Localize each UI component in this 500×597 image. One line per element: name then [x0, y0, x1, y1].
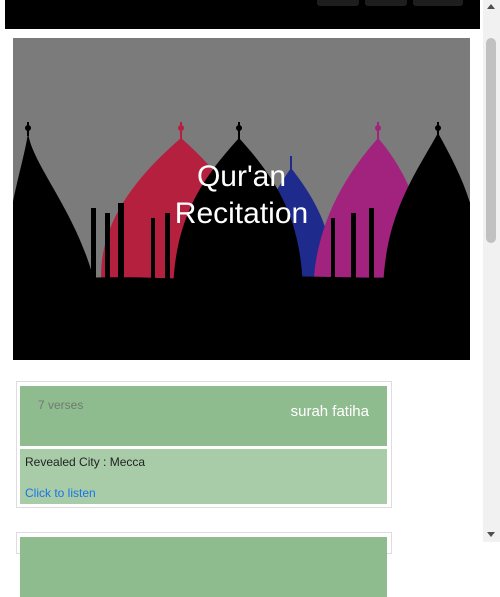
- vertical-scrollbar[interactable]: [483, 0, 500, 542]
- surah-card-body: Revealed City : Mecca Click to listen: [20, 449, 387, 504]
- scroll-down-arrow-icon[interactable]: [487, 532, 495, 537]
- top-navbar: [5, 0, 480, 29]
- surah-card: [16, 532, 392, 597]
- scroll-up-arrow-icon[interactable]: [487, 4, 495, 9]
- verse-count: 7 verses: [38, 398, 84, 412]
- surah-card: 7 verses surah fatiha Revealed City : Me…: [16, 381, 392, 508]
- surah-name: surah fatiha: [290, 403, 369, 420]
- surah-card-header: [20, 537, 387, 597]
- surah-card-header: 7 verses surah fatiha: [20, 386, 387, 446]
- nav-button[interactable]: [413, 0, 463, 6]
- scrollbar-thumb[interactable]: [486, 38, 496, 243]
- revealed-city: Revealed City : Mecca: [25, 455, 146, 469]
- nav-button[interactable]: [365, 0, 407, 6]
- listen-link[interactable]: Click to listen: [25, 486, 96, 500]
- nav-button[interactable]: [317, 0, 359, 6]
- mosque-silhouette-illustration: [13, 38, 470, 360]
- hero-banner: Qur'an Recitation: [13, 38, 470, 360]
